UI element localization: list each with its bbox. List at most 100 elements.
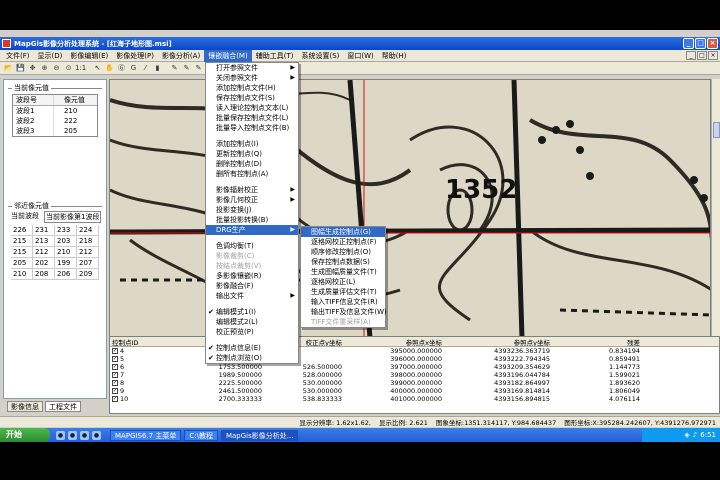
menu-item[interactable]: 多影像镶嵌(R) [206,271,298,281]
pointer-icon[interactable]: ↖ [92,63,103,74]
header-residual[interactable]: 残差 [550,337,640,346]
start-button[interactable]: 开始 [0,428,50,442]
menu-item[interactable]: 影像几何校正 ▶ [206,195,298,205]
desktop-icon[interactable]: ● [80,430,89,440]
table-row[interactable]: ✓5129396000.0000004393222.7943450.859491 [110,355,719,363]
menu-9[interactable]: 帮助(H) [378,50,411,62]
menu-item[interactable]: 色调均衡(T) [206,241,298,251]
menu-item[interactable]: 读入理论控制点文本(L) [206,103,298,113]
pencil-icon[interactable]: ✎ [193,63,204,74]
menu-item[interactable]: 批量保存控制点文件(L) [206,113,298,123]
explorer-icon[interactable]: ● [92,430,101,440]
map-canvas[interactable]: 1352 [110,80,711,337]
scrollbar-thumb[interactable] [713,122,720,138]
menu-item[interactable]: 生成图幅质量文件(T) [301,267,385,277]
menu-item[interactable]: 关闭参照文件 ▶ [206,73,298,83]
current-image-band-select[interactable]: 当前影像第1波段 [44,211,102,223]
histogram-icon[interactable]: ▮ [152,63,163,74]
band-row[interactable]: 波段3 205 [13,126,97,136]
menu-item[interactable]: 更新控制点(Q) [206,149,298,159]
line-icon[interactable]: ⁄ [140,63,151,74]
mdi-control-1[interactable]: □ [697,51,707,60]
taskbar-task[interactable]: C:\教程 [184,429,218,441]
one-to-one-icon[interactable]: 1:1 [75,63,86,74]
menu-5[interactable]: 镶嵌融合(M) [204,49,252,62]
taskbar-task[interactable]: MAPGIS6.7 主菜单 [110,429,182,441]
menu-item[interactable]: 编辑模式2(L) [206,317,298,327]
menu-item[interactable]: 添加控制点(I) [206,139,298,149]
map-vertical-scrollbar[interactable] [711,79,720,337]
menu-2[interactable]: 影像编辑(E) [66,50,112,62]
row-checkbox[interactable]: ✓ [112,372,118,378]
network-icon[interactable]: ◈ [684,431,689,439]
zoom-out-icon[interactable]: ⊖ [51,63,62,74]
menu-item[interactable]: 批量导入控制点文件(B) [206,123,298,133]
menu-item[interactable]: 逐格网校正(L) [301,277,385,287]
menu-item[interactable]: 图幅生成控制点(G) [301,227,385,237]
table-row[interactable]: ✓4125395000.0000004393236.3637190.834194 [110,347,719,355]
menu-item[interactable]: 输出文件 ▶ [206,291,298,301]
menu-7[interactable]: 系统设置(S) [297,50,343,62]
menu-item[interactable]: 逐格网校正控制点(F) [301,237,385,247]
taskbar-task[interactable]: MapGis影像分析处... [220,429,299,441]
band-row[interactable]: 波段2 222 [13,116,97,126]
row-checkbox[interactable]: ✓ [112,396,118,402]
menu-item[interactable]: DRG生产 ▶ [206,225,298,235]
menu-3[interactable]: 影像处理(P) [112,50,158,62]
menu-6[interactable]: 辅助工具(T) [252,50,298,62]
mdi-control-0[interactable]: _ [686,51,696,60]
band-row[interactable]: 波段1 210 [13,106,97,116]
menu-item[interactable]: 输入TIFF信息文件(R) [301,297,385,307]
open-icon[interactable]: 📂 [3,63,14,74]
menu-item[interactable]: 生成质量评估文件(T) [301,287,385,297]
menu-item[interactable]: ✔ 控制点信息(E) [206,343,298,353]
menu-item[interactable]: 影像融合(F) [206,281,298,291]
media-icon[interactable]: ● [68,430,77,440]
map-view[interactable]: 1352 [109,79,711,337]
menu-item[interactable]: 校正预览(P) [206,327,298,337]
row-checkbox[interactable]: ✓ [112,364,118,370]
maximize-button[interactable]: □ [695,38,706,49]
grid-icon[interactable]: Ⓖ [116,63,127,74]
menu-8[interactable]: 窗口(W) [343,50,377,62]
menu-item[interactable]: 打开参照文件 ▶ [206,63,298,73]
menu-item[interactable]: 输出TIFF及信息文件(W) [301,307,387,317]
color-icon[interactable]: G [128,63,139,74]
menu-item[interactable]: 添加控制点文件(H) [206,83,298,93]
row-checkbox[interactable]: ✓ [112,348,118,354]
table-row[interactable]: ✓ 8 2225.500000 530.000000 399000.000000 4393… [110,379,719,387]
tab-image-info[interactable]: 影像信息 [7,401,43,412]
menu-item[interactable]: 顺序修改控制点(O) [301,247,385,257]
save-icon[interactable]: 💾 [15,63,26,74]
menu-0[interactable]: 文件(F) [2,50,34,62]
row-checkbox[interactable]: ✓ [112,388,118,394]
pencil-icon[interactable]: ✎ [181,63,192,74]
menu-item[interactable]: 删所有控制点(A) [206,169,298,179]
menu-item[interactable]: ✔ 控制点浏览(O) [206,353,298,363]
close-button[interactable]: × [707,38,718,49]
pan-icon[interactable]: ✋ [104,63,115,74]
minimize-button[interactable]: _ [683,38,694,49]
menu-4[interactable]: 影像分析(A) [158,50,204,62]
menu-item[interactable]: ✔ 编辑模式1(I) [206,307,298,317]
fit-icon[interactable]: ⊙ [63,63,74,74]
menu-item[interactable]: 投影变换(J) [206,205,298,215]
ie-icon[interactable]: ● [56,430,65,440]
header-ref-y[interactable]: 参照点y坐标 [442,337,550,346]
table-row[interactable]: ✓ 6 1753.500000 526.500000 397000.000000 4393… [110,363,719,371]
header-id[interactable]: 控制点ID [110,337,192,347]
menu-1[interactable]: 显示(D) [34,50,67,62]
header-ref-x[interactable]: 参照点x坐标 [342,337,442,346]
menu-item[interactable]: 保存控制点数据(S) [301,257,385,267]
pencil-icon[interactable]: ✎ [169,63,180,74]
menu-item[interactable]: 批量投影转换(B) [206,215,298,225]
move-icon[interactable]: ✥ [27,63,38,74]
zoom-in-icon[interactable]: ⊕ [39,63,50,74]
table-row[interactable]: ✓ 10 2700.333333 538.833333 401000.000000 439… [110,395,719,403]
menu-item[interactable]: 影像辐射校正 ▶ [206,185,298,195]
volume-icon[interactable]: ♪ [693,431,697,439]
mdi-control-2[interactable]: × [708,51,718,60]
menu-item[interactable]: 保存控制点文件(S) [206,93,298,103]
row-checkbox[interactable]: ✓ [112,356,118,362]
table-row[interactable]: ✓ 9 2461.500000 530.000000 400000.000000 4393… [110,387,719,395]
